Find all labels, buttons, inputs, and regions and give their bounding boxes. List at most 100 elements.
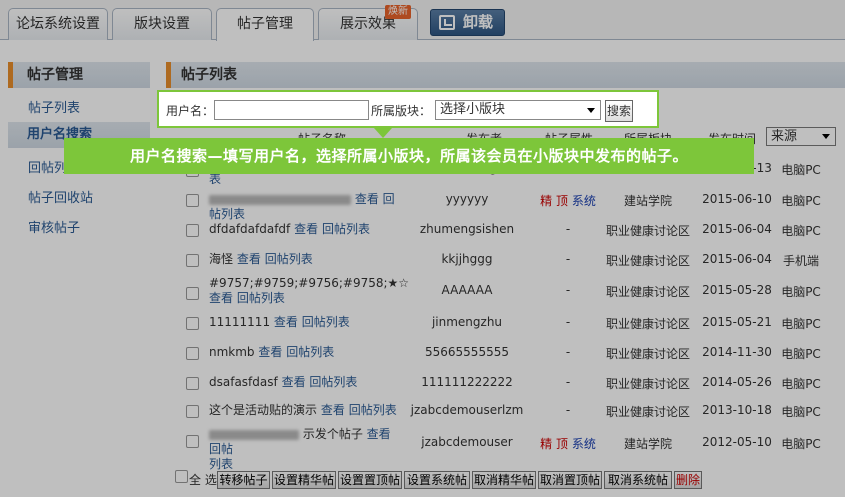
post-attributes: 精 顶 系统 [538, 435, 598, 452]
page-title: 帖子列表 [166, 62, 845, 88]
view-link[interactable]: 查看 [258, 345, 282, 359]
post-forum: 职业健康讨论区 [605, 224, 690, 238]
reply-list-link[interactable]: 回帖列表 [302, 315, 350, 329]
reply-list-link[interactable]: 回帖列表 [322, 222, 370, 236]
row-checkbox[interactable] [186, 317, 199, 330]
post-source: 手机端 [782, 254, 819, 268]
post-forum: 建站学院 [623, 437, 672, 451]
post-title-text: dfdafdafdafdf [209, 222, 291, 236]
post-author: 111111222222 [421, 375, 513, 389]
post-date: 2015-06-04 [702, 222, 772, 236]
view-link[interactable]: 查看 [367, 427, 391, 441]
post-source: 电脑PC [781, 347, 821, 361]
post-forum: 职业健康讨论区 [605, 405, 690, 419]
move-posts-button[interactable]: 转移帖子 [217, 471, 270, 489]
row-checkbox[interactable] [186, 194, 199, 207]
post-date: 2015-06-10 [702, 192, 772, 206]
view-link[interactable]: 查看 [294, 222, 318, 236]
reply-list-link-cont[interactable]: 列表 [209, 457, 233, 471]
reply-list-link[interactable]: 回帖列表 [237, 291, 285, 305]
post-author: 55665555555 [425, 345, 509, 359]
post-forum: 职业健康讨论区 [605, 254, 690, 268]
view-link[interactable]: 查看 [282, 375, 306, 389]
chevron-down-icon [587, 108, 595, 113]
post-author: yyyyyy [445, 192, 489, 206]
table-row: nmkmb 查看 回帖列表 55665555555 - 职业健康讨论区 2014… [166, 338, 845, 368]
cancel-featured-button[interactable]: 取消精华帖 [472, 471, 536, 489]
post-author: AAAAAA [441, 283, 493, 297]
set-pinned-button[interactable]: 设置置顶帖 [338, 471, 402, 489]
new-badge: 焕新 [385, 5, 411, 19]
tab-display-effect[interactable]: 展示效果 焕新 [318, 5, 418, 40]
post-forum: 职业健康讨论区 [605, 285, 690, 299]
sidebar-item-review-posts[interactable]: 审核帖子 [28, 217, 80, 236]
post-source: 电脑PC [781, 285, 821, 299]
post-title-line2[interactable]: 表 [209, 172, 221, 186]
view-link[interactable]: 查看 [355, 192, 379, 206]
tab-post-management[interactable]: 帖子管理 [216, 8, 314, 41]
username-input[interactable] [214, 100, 369, 120]
sidebar-header: 帖子管理 [8, 62, 150, 88]
reply-list-link[interactable]: 回帖列表 [309, 375, 357, 389]
uninstall-button[interactable]: 卸载 [430, 9, 505, 36]
tab-forum-settings[interactable]: 论坛系统设置 [8, 8, 108, 40]
reply-list-link[interactable]: 回帖列表 [349, 403, 397, 417]
username-search-form: 用户名： 所属版块： 选择小版块 搜索 [157, 90, 659, 138]
post-date: 2015-06-04 [702, 252, 772, 266]
post-attributes: - [565, 252, 571, 266]
post-title-text: nmkmb [209, 345, 255, 359]
row-checkbox[interactable] [186, 377, 199, 390]
row-checkbox[interactable] [186, 347, 199, 360]
select-all-checkbox[interactable] [175, 470, 188, 483]
post-title-text: 海怪 [209, 252, 234, 266]
reply-list-link[interactable]: 回帖 [209, 442, 233, 456]
post-attributes: - [565, 222, 571, 236]
reply-list-link[interactable]: 回帖列表 [265, 252, 313, 266]
post-date: 2012-05-10 [702, 435, 772, 449]
post-author: jinmengzhu [431, 315, 503, 329]
view-link[interactable]: 查看 [321, 403, 345, 417]
sidebar-item-recycle-bin[interactable]: 帖子回收站 [28, 187, 93, 206]
top-tab-bar: 论坛系统设置 版块设置 帖子管理 展示效果 焕新 卸载 [0, 0, 845, 41]
post-source: 电脑PC [781, 224, 821, 238]
username-label: 用户名： [166, 104, 215, 118]
select-all-label: 全 选 [189, 473, 217, 487]
table-row: #9757;#9759;#9756;#9758;★☆ 查看 回帖列表 AAAAA… [166, 275, 845, 311]
view-link[interactable]: 查看 [274, 315, 298, 329]
tip-banner: 用户名搜索—填写用户名，选择所属小版块，所属该会员在小版块中发布的帖子。 [64, 138, 754, 174]
post-title-text: 11111111 [209, 315, 271, 329]
post-attributes: - [565, 375, 571, 389]
forum-select[interactable]: 选择小版块 [435, 100, 601, 120]
view-link[interactable]: 查看 [237, 252, 261, 266]
tab-board-settings[interactable]: 版块设置 [112, 8, 212, 40]
blurred-title [209, 194, 351, 205]
set-system-button[interactable]: 设置系统帖 [404, 471, 470, 489]
post-title: dsafasfdasf 查看 回帖列表 [209, 375, 399, 390]
table-row: 这个是活动贴的演示 查看 回帖列表 jzabcdemouserlzm - 职业健… [166, 396, 845, 426]
delete-button[interactable]: 删除 [674, 471, 702, 489]
cancel-pinned-button[interactable]: 取消置顶帖 [538, 471, 602, 489]
chevron-down-icon [822, 134, 830, 139]
source-select[interactable]: 来源 [766, 127, 836, 146]
post-title-text: 示发个帖子 [302, 427, 363, 441]
post-author: jzabcdemouser [421, 435, 513, 449]
post-title-text: 这个是活动贴的演示 [209, 403, 318, 417]
table-row: 查看 回帖列表 yyyyyy 精 顶 系统 建站学院 2015-06-10 电脑… [166, 185, 845, 221]
search-button[interactable]: 搜索 [605, 100, 633, 122]
blurred-title [209, 429, 299, 440]
set-featured-button[interactable]: 设置精华帖 [272, 471, 336, 489]
source-select-value: 来源 [771, 129, 798, 144]
row-checkbox[interactable] [186, 435, 199, 448]
row-checkbox[interactable] [186, 224, 199, 237]
post-date: 2013-10-18 [702, 403, 772, 417]
post-date: 2015-05-21 [702, 315, 772, 329]
row-checkbox[interactable] [186, 405, 199, 418]
reply-list-link[interactable]: 回帖列表 [286, 345, 334, 359]
view-link[interactable]: 查看 [209, 291, 233, 305]
cancel-system-button[interactable]: 取消系统帖 [604, 471, 672, 489]
attr-pinned: 顶 [555, 437, 568, 451]
row-checkbox[interactable] [186, 254, 199, 267]
sidebar-item-post-list[interactable]: 帖子列表 [28, 97, 80, 116]
row-checkbox[interactable] [186, 287, 199, 300]
post-author: zhumengsishen [419, 222, 515, 236]
